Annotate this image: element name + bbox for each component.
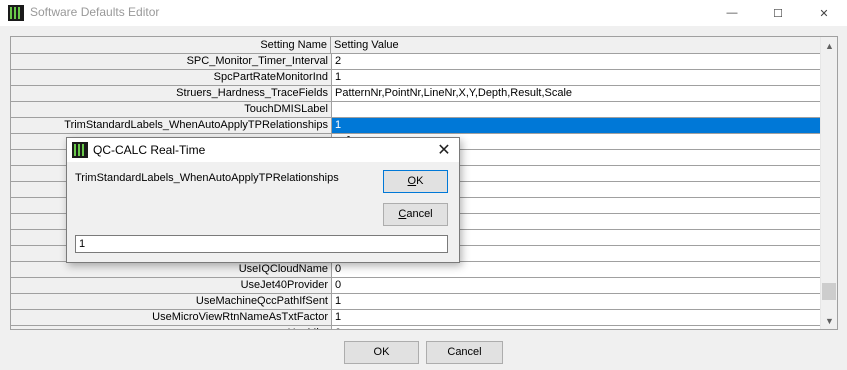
cancel-button[interactable]: Cancel	[426, 341, 503, 364]
maximize-icon[interactable]: ☐	[755, 0, 801, 26]
setting-name-cell: UseMicroViewRtnNameAsTxtFactor	[11, 310, 332, 325]
title-bar: Software Defaults Editor — ☐ ✕	[0, 0, 847, 26]
window-title: Software Defaults Editor	[30, 5, 160, 19]
setting-value-cell[interactable]: PatternNr,PointNr,LineNr,X,Y,Depth,Resul…	[332, 86, 821, 101]
close-icon[interactable]: ✕	[801, 0, 847, 26]
dialog-close-icon[interactable]: ✕	[429, 138, 459, 162]
setting-name-cell: SPC_Monitor_Timer_Interval	[11, 54, 332, 69]
column-header-setting-value[interactable]: Setting Value	[332, 37, 399, 53]
table-row[interactable]: SpcPartRateMonitorInd 1	[11, 70, 821, 86]
table-row[interactable]: UseJet40Provider 0	[11, 278, 821, 294]
dialog-cancel-button[interactable]: Cancel	[383, 203, 448, 226]
setting-value-cell[interactable]: 1	[332, 310, 821, 325]
setting-value-cell[interactable]: 0	[332, 262, 821, 277]
setting-name-cell: UseJet40Provider	[11, 278, 332, 293]
setting-name-cell: Struers_Hardness_TraceFields	[11, 86, 332, 101]
setting-name-cell: TouchDMISLabel	[11, 102, 332, 117]
app-icon	[8, 5, 24, 21]
setting-name-cell: UseMachineQccPathIfSent	[11, 294, 332, 309]
table-row[interactable]: Struers_Hardness_TraceFields PatternNr,Po…	[11, 86, 821, 102]
setting-value-cell[interactable]	[332, 102, 821, 117]
dialog-cancel-label-rest: ancel	[406, 208, 433, 220]
table-row[interactable]: UseIQCloudName 0	[11, 262, 821, 278]
scroll-up-icon[interactable]: ▲	[821, 37, 837, 54]
dialog-title: QC-CALC Real-Time	[93, 143, 206, 157]
setting-value-cell[interactable]: 2	[332, 54, 821, 69]
setting-value-cell[interactable]: 1	[332, 118, 821, 133]
table-row[interactable]: SPC_Monitor_Timer_Interval 2	[11, 54, 821, 70]
column-header-setting-name[interactable]: Setting Name	[11, 37, 331, 53]
setting-value-cell[interactable]: 0	[332, 278, 821, 293]
setting-value-cell[interactable]: 1	[332, 70, 821, 85]
setting-name-cell: TrimStandardLabels_WhenAutoApplyTPRelati…	[11, 118, 332, 133]
setting-name-cell: UseMi...	[11, 326, 332, 329]
table-row[interactable]: UseMi...0	[11, 326, 821, 329]
grid-header: Setting Name Setting Value	[11, 37, 821, 54]
table-row[interactable]: UseMachineQccPathIfSent 1	[11, 294, 821, 310]
scroll-down-icon[interactable]: ▼	[821, 312, 837, 329]
ok-button[interactable]: OK	[344, 341, 419, 364]
table-row[interactable]: UseMicroViewRtnNameAsTxtFactor 1	[11, 310, 821, 326]
vertical-scrollbar[interactable]: ▲ ▼	[820, 37, 837, 329]
table-row[interactable]: TrimStandardLabels_WhenAutoApplyTPRelati…	[11, 118, 821, 134]
setting-name-cell: SpcPartRateMonitorInd	[11, 70, 332, 85]
setting-value-cell[interactable]: 0	[332, 326, 821, 329]
minimize-icon[interactable]: —	[709, 0, 755, 26]
table-row[interactable]: TouchDMISLabel	[11, 102, 821, 118]
dialog-ok-label-rest: K	[416, 175, 424, 187]
dialog-ok-accelerator: O	[407, 175, 417, 187]
scroll-thumb[interactable]	[822, 283, 836, 300]
dialog-message: TrimStandardLabels_WhenAutoApplyTPRelati…	[75, 172, 339, 184]
dialog-input[interactable]	[75, 235, 448, 253]
dialog-app-icon	[72, 142, 88, 158]
setting-name-cell: UseIQCloudName	[11, 262, 332, 277]
dialog-ok-button[interactable]: OK	[383, 170, 448, 193]
qc-calc-dialog: QC-CALC Real-Time ✕ TrimStandardLabels_W…	[66, 137, 460, 263]
setting-value-cell[interactable]: 1	[332, 294, 821, 309]
dialog-title-bar: QC-CALC Real-Time ✕	[67, 138, 459, 162]
